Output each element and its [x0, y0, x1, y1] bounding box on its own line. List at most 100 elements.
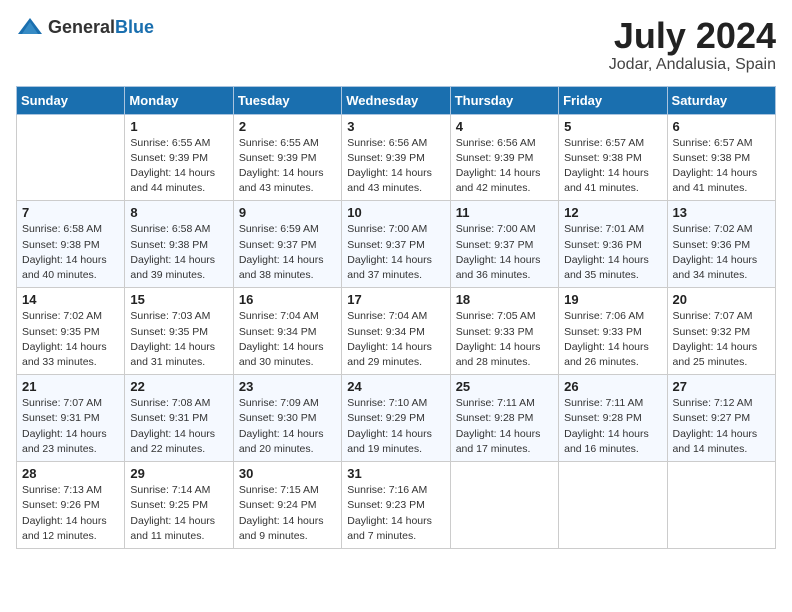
day-info: Sunrise: 6:56 AM Sunset: 9:39 PM Dayligh…	[456, 136, 553, 197]
day-number: 29	[130, 466, 227, 481]
calendar-cell: 17 Sunrise: 7:04 AM Sunset: 9:34 PM Dayli…	[342, 288, 450, 375]
calendar-cell: 8 Sunrise: 6:58 AM Sunset: 9:38 PM Daylig…	[125, 201, 233, 288]
day-info: Sunrise: 6:57 AM Sunset: 9:38 PM Dayligh…	[673, 136, 770, 197]
calendar-cell: 11Sunrise: 7:00 AM Sunset: 9:37 PM Dayli…	[450, 201, 558, 288]
day-info: Sunrise: 7:11 AM Sunset: 9:28 PM Dayligh…	[456, 396, 553, 457]
day-info: Sunrise: 7:04 AM Sunset: 9:34 PM Dayligh…	[239, 309, 336, 370]
day-number: 4	[456, 119, 553, 134]
calendar-cell: 26Sunrise: 7:11 AM Sunset: 9:28 PM Dayli…	[559, 375, 667, 462]
header-day-saturday: Saturday	[667, 86, 775, 114]
day-number: 31	[347, 466, 444, 481]
day-number: 18	[456, 292, 553, 307]
calendar-cell: 12 Sunrise: 7:01 AM Sunset: 9:36 PM Dayli…	[559, 201, 667, 288]
day-number: 15	[130, 292, 227, 307]
calendar-cell: 10 Sunrise: 7:00 AM Sunset: 9:37 PM Dayli…	[342, 201, 450, 288]
day-number: 23	[239, 379, 336, 394]
header-day-friday: Friday	[559, 86, 667, 114]
day-info: Sunrise: 7:03 AM Sunset: 9:35 PM Dayligh…	[130, 309, 227, 370]
day-number: 19	[564, 292, 661, 307]
day-info: Sunrise: 6:57 AM Sunset: 9:38 PM Dayligh…	[564, 136, 661, 197]
logo-text-general: General	[48, 17, 115, 37]
calendar-cell: 28 Sunrise: 7:13 AM Sunset: 9:26 PM Dayli…	[17, 462, 125, 549]
logo-text-blue: Blue	[115, 17, 154, 37]
calendar-cell: 31Sunrise: 7:16 AM Sunset: 9:23 PM Dayli…	[342, 462, 450, 549]
day-number: 28	[22, 466, 119, 481]
day-info: Sunrise: 7:02 AM Sunset: 9:35 PM Dayligh…	[22, 309, 119, 370]
day-info: Sunrise: 7:11 AM Sunset: 9:28 PM Dayligh…	[564, 396, 661, 457]
day-info: Sunrise: 7:07 AM Sunset: 9:31 PM Dayligh…	[22, 396, 119, 457]
calendar-cell	[559, 462, 667, 549]
day-info: Sunrise: 7:07 AM Sunset: 9:32 PM Dayligh…	[673, 309, 770, 370]
day-number: 13	[673, 205, 770, 220]
day-number: 30	[239, 466, 336, 481]
calendar-week-row: 1 Sunrise: 6:55 AM Sunset: 9:39 PM Daylig…	[17, 114, 776, 201]
day-info: Sunrise: 6:58 AM Sunset: 9:38 PM Dayligh…	[130, 222, 227, 283]
day-number: 24	[347, 379, 444, 394]
day-info: Sunrise: 7:04 AM Sunset: 9:34 PM Dayligh…	[347, 309, 444, 370]
day-info: Sunrise: 6:58 AM Sunset: 9:38 PM Dayligh…	[22, 222, 119, 283]
calendar-week-row: 21 Sunrise: 7:07 AM Sunset: 9:31 PM Dayli…	[17, 375, 776, 462]
day-info: Sunrise: 7:00 AM Sunset: 9:37 PM Dayligh…	[347, 222, 444, 283]
day-number: 16	[239, 292, 336, 307]
calendar-cell: 5 Sunrise: 6:57 AM Sunset: 9:38 PM Daylig…	[559, 114, 667, 201]
calendar-cell: 25 Sunrise: 7:11 AM Sunset: 9:28 PM Dayli…	[450, 375, 558, 462]
page-header: GeneralBlue July 2024 Jodar, Andalusia, …	[16, 16, 776, 74]
calendar-cell	[17, 114, 125, 201]
day-number: 8	[130, 205, 227, 220]
calendar-week-row: 14Sunrise: 7:02 AM Sunset: 9:35 PM Dayli…	[17, 288, 776, 375]
day-number: 6	[673, 119, 770, 134]
day-number: 11	[456, 205, 553, 220]
day-number: 9	[239, 205, 336, 220]
calendar-week-row: 7 Sunrise: 6:58 AM Sunset: 9:38 PM Daylig…	[17, 201, 776, 288]
day-number: 3	[347, 119, 444, 134]
day-info: Sunrise: 7:01 AM Sunset: 9:36 PM Dayligh…	[564, 222, 661, 283]
day-info: Sunrise: 7:13 AM Sunset: 9:26 PM Dayligh…	[22, 483, 119, 544]
calendar-table: SundayMondayTuesdayWednesdayThursdayFrid…	[16, 86, 776, 549]
day-info: Sunrise: 7:02 AM Sunset: 9:36 PM Dayligh…	[673, 222, 770, 283]
day-number: 5	[564, 119, 661, 134]
day-info: Sunrise: 6:59 AM Sunset: 9:37 PM Dayligh…	[239, 222, 336, 283]
day-info: Sunrise: 6:56 AM Sunset: 9:39 PM Dayligh…	[347, 136, 444, 197]
calendar-cell: 13 Sunrise: 7:02 AM Sunset: 9:36 PM Dayli…	[667, 201, 775, 288]
logo-icon	[16, 16, 44, 38]
day-info: Sunrise: 7:14 AM Sunset: 9:25 PM Dayligh…	[130, 483, 227, 544]
day-number: 7	[22, 205, 119, 220]
day-number: 25	[456, 379, 553, 394]
calendar-cell: 18 Sunrise: 7:05 AM Sunset: 9:33 PM Dayli…	[450, 288, 558, 375]
calendar-cell: 16 Sunrise: 7:04 AM Sunset: 9:34 PM Dayli…	[233, 288, 341, 375]
day-number: 10	[347, 205, 444, 220]
calendar-cell: 22Sunrise: 7:08 AM Sunset: 9:31 PM Dayli…	[125, 375, 233, 462]
calendar-cell: 3 Sunrise: 6:56 AM Sunset: 9:39 PM Daylig…	[342, 114, 450, 201]
header-day-tuesday: Tuesday	[233, 86, 341, 114]
location-subtitle: Jodar, Andalusia, Spain	[609, 56, 776, 74]
calendar-cell: 20Sunrise: 7:07 AM Sunset: 9:32 PM Dayli…	[667, 288, 775, 375]
logo: GeneralBlue	[16, 16, 154, 38]
day-number: 21	[22, 379, 119, 394]
day-info: Sunrise: 7:12 AM Sunset: 9:27 PM Dayligh…	[673, 396, 770, 457]
day-number: 17	[347, 292, 444, 307]
day-info: Sunrise: 7:05 AM Sunset: 9:33 PM Dayligh…	[456, 309, 553, 370]
day-info: Sunrise: 6:55 AM Sunset: 9:39 PM Dayligh…	[239, 136, 336, 197]
calendar-cell: 1Sunrise: 6:55 AM Sunset: 9:39 PM Daylig…	[125, 114, 233, 201]
calendar-cell: 6 Sunrise: 6:57 AM Sunset: 9:38 PM Daylig…	[667, 114, 775, 201]
month-year-title: July 2024	[609, 16, 776, 56]
header-day-sunday: Sunday	[17, 86, 125, 114]
calendar-cell: 21 Sunrise: 7:07 AM Sunset: 9:31 PM Dayli…	[17, 375, 125, 462]
day-number: 2	[239, 119, 336, 134]
day-info: Sunrise: 7:08 AM Sunset: 9:31 PM Dayligh…	[130, 396, 227, 457]
day-info: Sunrise: 7:06 AM Sunset: 9:33 PM Dayligh…	[564, 309, 661, 370]
header-day-monday: Monday	[125, 86, 233, 114]
calendar-cell: 23Sunrise: 7:09 AM Sunset: 9:30 PM Dayli…	[233, 375, 341, 462]
calendar-cell: 15 Sunrise: 7:03 AM Sunset: 9:35 PM Dayli…	[125, 288, 233, 375]
calendar-cell: 7 Sunrise: 6:58 AM Sunset: 9:38 PM Daylig…	[17, 201, 125, 288]
day-info: Sunrise: 7:15 AM Sunset: 9:24 PM Dayligh…	[239, 483, 336, 544]
calendar-cell: 14Sunrise: 7:02 AM Sunset: 9:35 PM Dayli…	[17, 288, 125, 375]
calendar-week-row: 28 Sunrise: 7:13 AM Sunset: 9:26 PM Dayli…	[17, 462, 776, 549]
day-number: 1	[130, 119, 227, 134]
day-number: 12	[564, 205, 661, 220]
title-block: July 2024 Jodar, Andalusia, Spain	[609, 16, 776, 74]
header-day-thursday: Thursday	[450, 86, 558, 114]
calendar-cell: 30 Sunrise: 7:15 AM Sunset: 9:24 PM Dayli…	[233, 462, 341, 549]
calendar-cell: 19 Sunrise: 7:06 AM Sunset: 9:33 PM Dayli…	[559, 288, 667, 375]
calendar-cell: 24Sunrise: 7:10 AM Sunset: 9:29 PM Dayli…	[342, 375, 450, 462]
